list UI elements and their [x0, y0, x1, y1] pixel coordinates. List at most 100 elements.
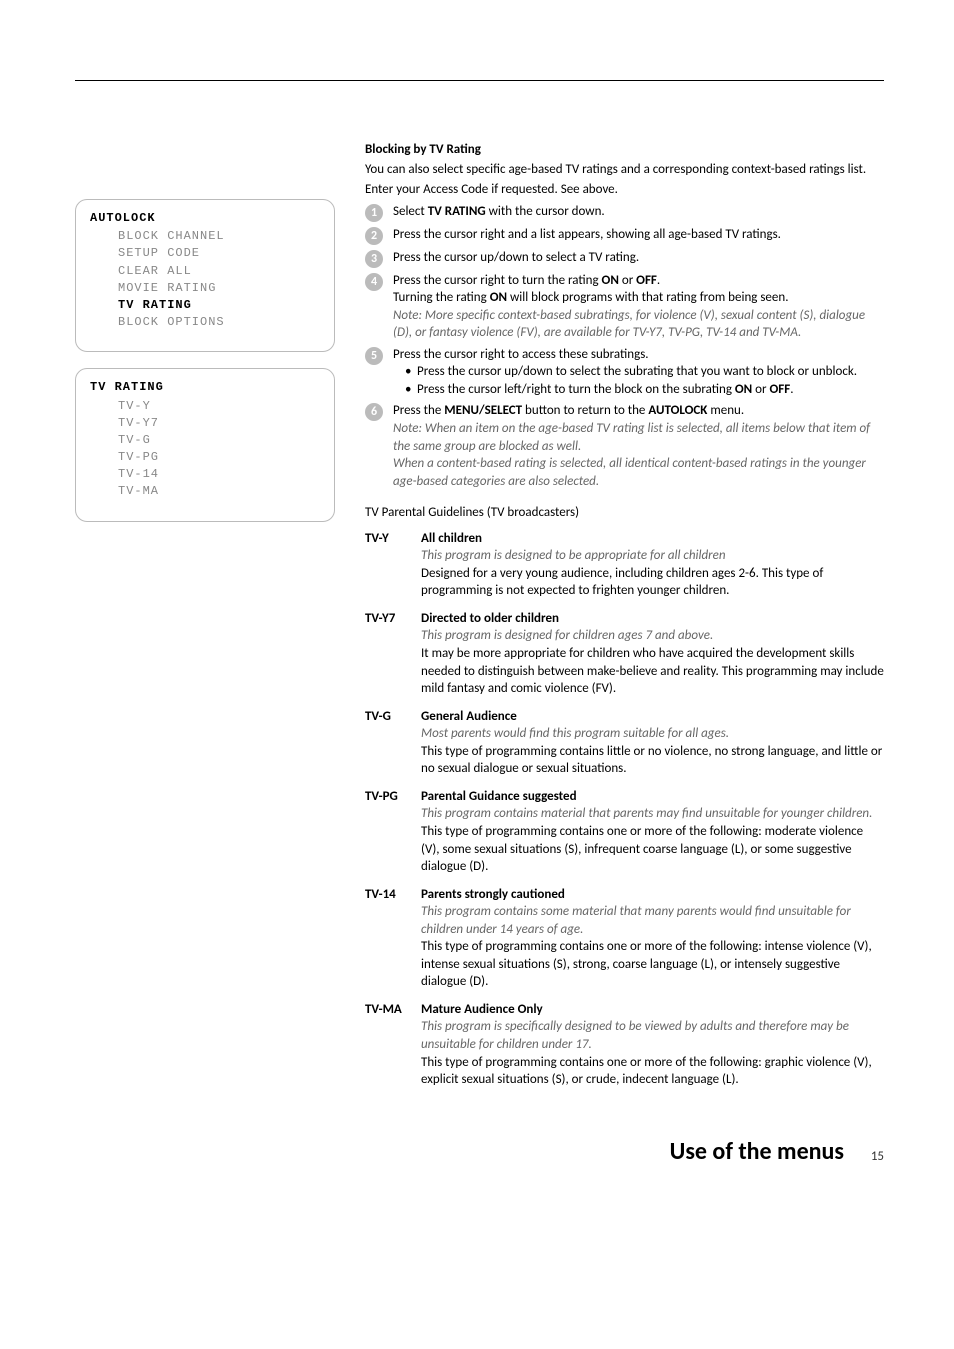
- note-text: Note: When an item on the age-based TV r…: [393, 421, 870, 454]
- rating-heading: Directed to older children: [421, 610, 884, 628]
- step-number-icon: 3: [365, 250, 383, 268]
- rating-code: TV-14: [365, 886, 413, 991]
- step-1: 1 Select TV RATING with the cursor down.: [365, 203, 884, 222]
- rating-code: TV-Y: [365, 530, 413, 600]
- step-text: Press the cursor left/right to turn the …: [417, 382, 735, 397]
- menu-item: SETUP CODE: [90, 245, 320, 261]
- rating-body: Parental Guidance suggested This program…: [421, 788, 884, 876]
- rating-heading: All children: [421, 530, 884, 548]
- rating-tagline: This program is specifically designed to…: [421, 1018, 884, 1053]
- menu-item: TV-MA: [90, 483, 320, 499]
- rating-body: Directed to older children This program …: [421, 610, 884, 698]
- rating-tagline: This program is designed for children ag…: [421, 627, 884, 645]
- rating-desc: Designed for a very young audience, incl…: [421, 565, 884, 600]
- step-body: Press the cursor right to access these s…: [393, 346, 884, 399]
- step-number-icon: 2: [365, 227, 383, 245]
- rating-desc: This type of programming contains one or…: [421, 823, 884, 876]
- rating-tagline: This program is designed to be appropria…: [421, 547, 884, 565]
- rating-row: TV-Y7 Directed to older children This pr…: [365, 610, 884, 698]
- step-text: will block programs with that rating fro…: [507, 290, 788, 305]
- step-body: Press the cursor up/down to select a TV …: [393, 249, 884, 268]
- guidelines-heading: TV Parental Guidelines (TV broadcasters): [365, 504, 884, 522]
- menu-item: TV-G: [90, 432, 320, 448]
- rating-heading: Mature Audience Only: [421, 1001, 884, 1019]
- step-text: or: [619, 273, 636, 288]
- bold-label: OFF: [636, 273, 657, 288]
- bold-label: ON: [490, 290, 507, 305]
- step-body: Select TV RATING with the cursor down.: [393, 203, 884, 222]
- step-text: or: [752, 382, 769, 397]
- sublist: Press the cursor up/down to select the s…: [393, 363, 884, 398]
- note-text: Note: More specific context-based subrat…: [393, 308, 865, 341]
- sublist-item: Press the cursor left/right to turn the …: [407, 381, 884, 399]
- rating-desc: This type of programming contains one or…: [421, 1054, 884, 1089]
- note-text: When a content-based rating is selected,…: [393, 456, 866, 489]
- rating-desc: This type of programming contains one or…: [421, 938, 884, 991]
- step-text: Press the cursor right to turn the ratin…: [393, 273, 602, 288]
- menu-item-active: TV RATING: [90, 297, 320, 313]
- rating-body: General Audience Most parents would find…: [421, 708, 884, 778]
- step-text: with the cursor down.: [486, 204, 605, 219]
- menu-item: BLOCK OPTIONS: [90, 314, 320, 330]
- step-text: Press the: [393, 403, 444, 418]
- step-4: 4 Press the cursor right to turn the rat…: [365, 272, 884, 342]
- rating-row: TV-G General Audience Most parents would…: [365, 708, 884, 778]
- page-columns: AUTOLOCK BLOCK CHANNEL SETUP CODE CLEAR …: [75, 141, 884, 1099]
- menu-item: TV-PG: [90, 449, 320, 465]
- rating-tagline: Most parents would find this program sui…: [421, 725, 884, 743]
- step-number-icon: 5: [365, 347, 383, 365]
- page-footer: Use of the menus 15: [75, 1129, 884, 1169]
- step-text: Turning the rating: [393, 290, 490, 305]
- step-text: menu.: [707, 403, 744, 418]
- bold-label: TV RATING: [428, 204, 486, 219]
- step-5: 5 Press the cursor right to access these…: [365, 346, 884, 399]
- menu-item: TV-14: [90, 466, 320, 482]
- step-text: .: [657, 273, 660, 288]
- intro-text: Enter your Access Code if requested. See…: [365, 181, 884, 199]
- bold-label: ON: [735, 382, 752, 397]
- step-2: 2 Press the cursor right and a list appe…: [365, 226, 884, 245]
- rating-row: TV-MA Mature Audience Only This program …: [365, 1001, 884, 1089]
- page-number: 15: [871, 1148, 884, 1166]
- rating-code: TV-Y7: [365, 610, 413, 698]
- menu-title: AUTOLOCK: [90, 210, 320, 226]
- rating-desc: It may be more appropriate for children …: [421, 645, 884, 698]
- rating-heading: Parental Guidance suggested: [421, 788, 884, 806]
- intro-text: You can also select specific age-based T…: [365, 161, 884, 179]
- rating-row: TV-PG Parental Guidance suggested This p…: [365, 788, 884, 876]
- rating-code: TV-MA: [365, 1001, 413, 1089]
- top-rule: [75, 80, 884, 81]
- menu-item: MOVIE RATING: [90, 280, 320, 296]
- bold-label: OFF: [770, 382, 791, 397]
- rating-tagline: This program contains material that pare…: [421, 805, 884, 823]
- menu-item: BLOCK CHANNEL: [90, 228, 320, 244]
- rating-body: Parents strongly cautioned This program …: [421, 886, 884, 991]
- sublist-item: Press the cursor up/down to select the s…: [407, 363, 884, 381]
- section-heading: Blocking by TV Rating: [365, 141, 884, 159]
- step-body: Press the cursor right and a list appear…: [393, 226, 884, 245]
- menu-item: TV-Y7: [90, 415, 320, 431]
- step-text: button to return to the: [522, 403, 648, 418]
- bold-label: AUTOLOCK: [648, 403, 707, 418]
- step-text: Press the cursor right to access these s…: [393, 347, 649, 362]
- menu-item: TV-Y: [90, 398, 320, 414]
- step-3: 3 Press the cursor up/down to select a T…: [365, 249, 884, 268]
- menu-title: TV RATING: [90, 379, 320, 395]
- bold-label: ON: [602, 273, 619, 288]
- rating-code: TV-G: [365, 708, 413, 778]
- menu-autolock: AUTOLOCK BLOCK CHANNEL SETUP CODE CLEAR …: [75, 199, 335, 352]
- step-number-icon: 4: [365, 273, 383, 291]
- rating-desc: This type of programming contains little…: [421, 743, 884, 778]
- step-number-icon: 1: [365, 204, 383, 222]
- menu-item: CLEAR ALL: [90, 263, 320, 279]
- rating-row: TV-Y All children This program is design…: [365, 530, 884, 600]
- rating-code: TV-PG: [365, 788, 413, 876]
- rating-heading: Parents strongly cautioned: [421, 886, 884, 904]
- footer-title: Use of the menus: [670, 1136, 844, 1168]
- step-body: Press the MENU/SELECT button to return t…: [393, 402, 884, 490]
- rating-row: TV-14 Parents strongly cautioned This pr…: [365, 886, 884, 991]
- step-6: 6 Press the MENU/SELECT button to return…: [365, 402, 884, 490]
- left-column: AUTOLOCK BLOCK CHANNEL SETUP CODE CLEAR …: [75, 141, 335, 1099]
- bold-label: MENU/SELECT: [444, 403, 522, 418]
- step-number-icon: 6: [365, 403, 383, 421]
